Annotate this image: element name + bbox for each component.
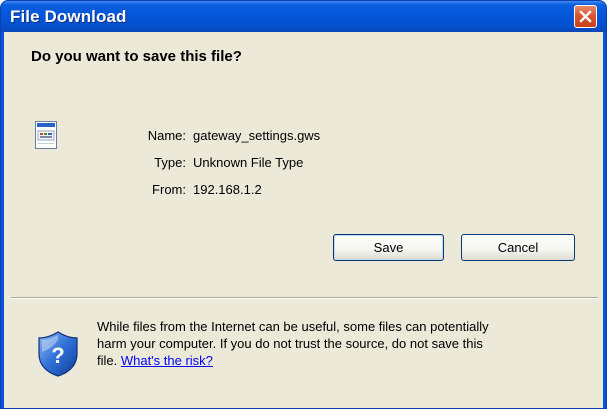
name-label: Name: [147,128,186,143]
cancel-button-label: Cancel [497,240,539,255]
close-button[interactable] [574,5,597,28]
save-button-label: Save [373,240,404,255]
warning-line-1: While files from the Internet can be use… [97,319,489,334]
from-label: From: [152,182,186,197]
dialog-question: Do you want to save this file? [31,48,242,65]
from-value: 192.168.1.2 [193,182,262,197]
type-value: Unknown File Type [193,155,304,170]
window-title: File Download [10,7,127,26]
warning-line-3-prefix: file. [97,353,121,368]
warning-line-2: harm your computer. If you do not trust … [97,336,483,351]
file-icon [35,121,57,149]
type-label: Type: [154,155,186,170]
cancel-button[interactable]: Cancel [461,234,575,261]
close-icon [579,10,592,23]
svg-text:?: ? [51,343,64,368]
title-bar[interactable]: File Download [1,1,606,32]
name-value: gateway_settings.gws [193,128,321,143]
whats-the-risk-link[interactable]: What's the risk? [121,353,213,368]
save-button[interactable]: Save [333,234,444,261]
divider [11,297,598,299]
shield-icon: ? [38,331,78,377]
warning-text: While files from the Internet can be use… [97,318,597,369]
